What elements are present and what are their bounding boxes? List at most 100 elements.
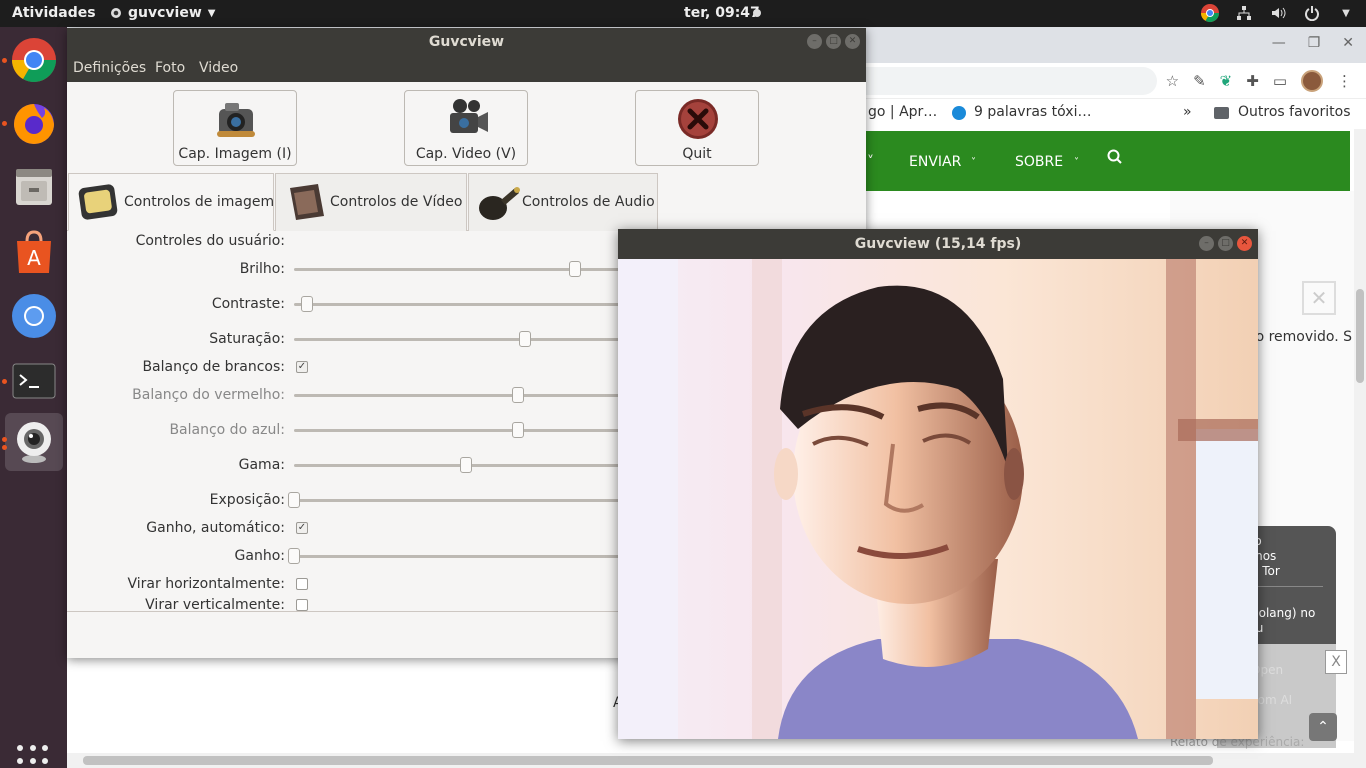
vertical-scrollbar[interactable] — [1354, 129, 1366, 755]
address-bar[interactable] — [857, 67, 1157, 95]
notification-dot-icon — [753, 9, 761, 17]
exposure-label: Exposição: — [209, 492, 285, 508]
kebab-menu-icon[interactable]: ⋮ — [1337, 72, 1352, 90]
star-icon[interactable]: ☆ — [1166, 72, 1179, 90]
close-ad-button[interactable]: X — [1325, 650, 1347, 674]
gamma-label: Gama: — [238, 457, 285, 473]
window-controls: – □ ✕ — [807, 34, 860, 49]
red-balance-slider[interactable] — [294, 387, 624, 403]
webcam-preview — [618, 259, 1258, 739]
slider-handle[interactable] — [569, 261, 581, 277]
tab-image-controls[interactable]: Controlos de imagem — [68, 173, 274, 231]
menu-video[interactable]: Video — [199, 60, 238, 76]
capture-video-button[interactable]: Cap. Video (V) — [404, 90, 528, 166]
slider-handle[interactable] — [519, 331, 531, 347]
slider-handle[interactable] — [288, 492, 300, 508]
menu-definicoes[interactable]: Definições — [73, 60, 146, 76]
chrome-tray-icon[interactable] — [1200, 3, 1220, 23]
system-tray[interactable]: ▼ — [1200, 3, 1356, 23]
close-icon[interactable]: ✕ — [1342, 35, 1354, 51]
avatar[interactable] — [1301, 70, 1323, 92]
bookmark-item[interactable]: 9 palavras tóxi… — [974, 104, 1091, 120]
puzzle-icon[interactable]: ✚ — [1246, 72, 1259, 90]
close-icon[interactable]: ✕ — [1302, 281, 1336, 315]
nav-sobre[interactable]: SOBRE — [1015, 154, 1063, 170]
section-label: Controles do usuário: — [135, 233, 285, 249]
saturation-slider[interactable] — [294, 331, 624, 347]
minimize-icon[interactable]: – — [807, 34, 822, 49]
svg-text:A: A — [27, 246, 41, 270]
gain-auto-label: Ganho, automático: — [146, 520, 285, 536]
slider-handle[interactable] — [512, 422, 524, 438]
quit-button[interactable]: Quit — [635, 90, 759, 166]
slider-handle[interactable] — [460, 457, 472, 473]
blue-balance-slider[interactable] — [294, 422, 624, 438]
contrast-label: Contraste: — [211, 296, 285, 312]
bookmark-folder-others[interactable]: Outros favoritos — [1238, 104, 1351, 120]
exposure-slider[interactable] — [288, 492, 624, 508]
white-balance-checkbox[interactable]: ✓ — [296, 361, 308, 373]
slider-handle[interactable] — [512, 387, 524, 403]
activities-button[interactable]: Atividades — [12, 5, 96, 21]
dock-firefox[interactable] — [5, 94, 63, 152]
dock-guvcview[interactable] — [5, 413, 63, 471]
vflip-checkbox[interactable] — [296, 599, 308, 611]
eyedropper-icon[interactable]: ✎ — [1193, 72, 1206, 90]
clock[interactable]: ter, 09:47 — [684, 5, 760, 21]
folder-icon — [1214, 107, 1229, 119]
brightness-label: Brilho: — [239, 261, 285, 277]
gamma-slider[interactable] — [294, 457, 624, 473]
terminal-icon — [12, 363, 56, 399]
close-icon[interactable]: ✕ — [1237, 236, 1252, 251]
dock-files[interactable] — [5, 158, 63, 216]
file-cabinet-icon — [16, 169, 52, 205]
bookmark-item[interactable]: go | Apr… — [868, 104, 937, 120]
nav-enviar[interactable]: ENVIAR — [909, 154, 961, 170]
hflip-checkbox[interactable] — [296, 578, 308, 590]
window-title: Guvcview — [67, 28, 866, 56]
extension-icon[interactable]: ❦ — [1220, 72, 1233, 90]
chevron-down-icon[interactable]: ▼ — [1336, 3, 1356, 23]
power-icon[interactable] — [1302, 3, 1322, 23]
dock-software[interactable]: A — [5, 223, 63, 281]
webcam-icon — [17, 422, 51, 463]
running-indicator — [2, 445, 7, 450]
volume-icon[interactable] — [1268, 3, 1288, 23]
saturation-label: Saturação: — [209, 331, 285, 347]
gain-auto-checkbox[interactable]: ✓ — [296, 522, 308, 534]
chromium-icon — [12, 294, 56, 338]
preview-title: Guvcview (15,14 fps) — [618, 229, 1258, 259]
slider-handle[interactable] — [288, 548, 300, 564]
maximize-icon[interactable]: ❐ — [1308, 35, 1321, 51]
close-icon[interactable]: ✕ — [845, 34, 860, 49]
show-applications-button[interactable] — [17, 745, 49, 768]
dock-chromium[interactable] — [5, 287, 63, 345]
minimize-icon[interactable]: – — [1199, 236, 1214, 251]
horizontal-scrollbar[interactable] — [67, 753, 1366, 768]
tv-icon — [78, 184, 118, 220]
scroll-to-top-button[interactable]: ⌃ — [1309, 713, 1337, 741]
tab-video-controls[interactable]: Controlos de Vídeo — [275, 173, 467, 231]
capture-image-button[interactable]: Cap. Imagem (I) — [173, 90, 297, 166]
maximize-icon[interactable]: □ — [1218, 236, 1233, 251]
brightness-slider[interactable] — [294, 261, 624, 277]
gain-slider[interactable] — [288, 548, 624, 564]
bookmarks-overflow[interactable]: » — [1183, 104, 1192, 120]
site-navigation: ˅ ENVIAR ˅ SOBRE ˅ — [847, 131, 1350, 191]
dock-terminal[interactable] — [5, 352, 63, 410]
search-icon[interactable] — [1107, 149, 1123, 169]
menu-foto[interactable]: Foto — [155, 60, 185, 76]
app-menu[interactable]: guvcview ▼ — [110, 5, 215, 21]
dock-chrome[interactable] — [5, 31, 63, 89]
running-indicator — [2, 437, 7, 442]
firefox-icon — [14, 104, 54, 144]
network-icon[interactable] — [1234, 3, 1254, 23]
minimize-icon[interactable]: — — [1272, 35, 1286, 51]
contrast-slider[interactable] — [294, 296, 624, 312]
maximize-icon[interactable]: □ — [826, 34, 841, 49]
tab-audio-controls[interactable]: Controlos de Audio — [468, 173, 658, 231]
chrome-icon — [12, 38, 56, 82]
slider-handle[interactable] — [301, 296, 313, 312]
cast-icon[interactable]: ▭ — [1273, 72, 1287, 90]
film-icon — [290, 184, 324, 220]
